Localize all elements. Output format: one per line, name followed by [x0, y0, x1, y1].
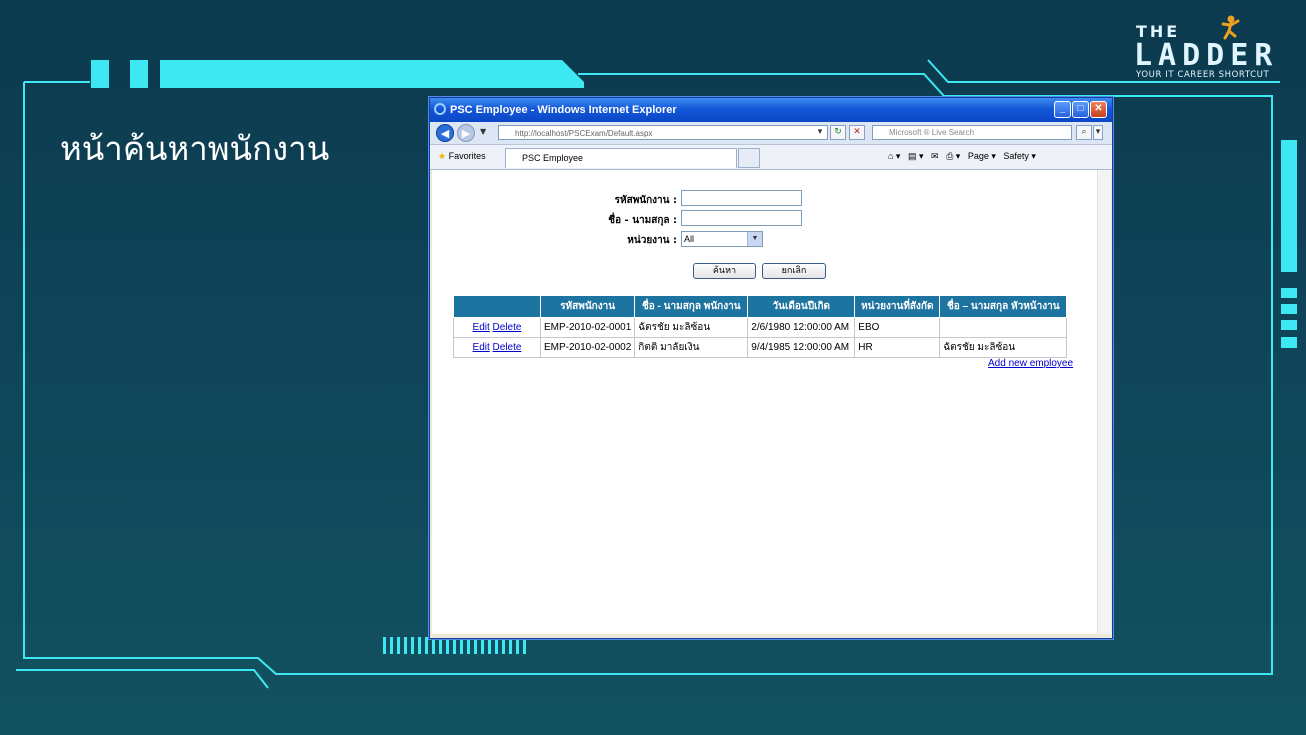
search-icon[interactable]: ⌕	[1076, 125, 1092, 140]
department-select[interactable]: All ▼	[681, 231, 763, 247]
browser-window: PSC Employee - Windows Internet Explorer…	[429, 97, 1113, 639]
ie-logo-icon	[434, 103, 446, 115]
cell-manager-name	[939, 317, 1068, 338]
logo-tagline: YOUR IT CAREER SHORTCUT	[1136, 70, 1270, 80]
back-arrow-icon[interactable]: ◀	[436, 124, 454, 142]
row-actions: Edit Delete	[453, 317, 541, 338]
print-icon[interactable]: ⎙ ▾	[946, 151, 960, 161]
row-actions: Edit Delete	[453, 337, 541, 358]
window-titlebar: PSC Employee - Windows Internet Explorer…	[430, 98, 1112, 122]
side-bar-segment	[1281, 304, 1297, 314]
navigation-bar: ◀ ▶ ▼ http://localhost/PSCExam/Default.a…	[430, 122, 1112, 145]
side-bar-long	[1281, 140, 1297, 272]
home-icon[interactable]: ⌂ ▾	[888, 151, 900, 161]
minimize-button[interactable]: _	[1054, 101, 1071, 118]
stop-icon[interactable]: ✕	[849, 125, 865, 140]
slide-title: หน้าค้นหาพนักงาน	[60, 129, 330, 168]
department-label: หน่วยงาน :	[627, 235, 677, 246]
cell-birthdate: 9/4/1985 12:00:00 AM	[747, 337, 856, 358]
favorites-label: Favorites	[448, 151, 486, 161]
address-bar[interactable]: http://localhost/PSCExam/Default.aspx	[498, 125, 828, 140]
name-input[interactable]	[681, 210, 802, 226]
the-ladder-logo: THE LADDER YOUR IT CAREER SHORTCUT	[1134, 14, 1284, 84]
star-icon: ★	[438, 151, 447, 161]
page-menu[interactable]: Page ▾	[968, 151, 996, 161]
department-selected-value: All	[684, 234, 695, 244]
cell-birthdate: 2/6/1980 12:00:00 AM	[747, 317, 856, 338]
cell-employee-name: กิตติ มาลัยเงิน	[634, 337, 749, 358]
favorites-button[interactable]: ★ Favorites	[438, 151, 486, 162]
search-options-icon[interactable]: ▾	[1093, 125, 1103, 140]
history-dropdown-icon[interactable]: ▼	[480, 127, 486, 136]
vertical-scrollbar[interactable]	[1097, 170, 1111, 634]
window-title: PSC Employee - Windows Internet Explorer	[450, 104, 677, 116]
cell-department: HR	[854, 337, 941, 358]
header-employee-name: ชื่อ - นามสกุล พนักงาน	[634, 295, 749, 318]
cell-employee-name: ฉัตรชัย มะลิซ้อน	[634, 317, 749, 338]
edit-link[interactable]: Edit	[473, 342, 490, 353]
safety-menu[interactable]: Safety ▾	[1003, 151, 1036, 161]
employee-id-label: รหัสพนักงาน :	[614, 195, 677, 206]
edit-link[interactable]: Edit	[473, 322, 490, 333]
table-row: Edit Delete EMP-2010-02-0001 ฉัตรชัย มะล…	[453, 317, 1068, 338]
page-content: รหัสพนักงาน : ชื่อ - นามสกุล : หน่วยงาน …	[432, 170, 1097, 634]
search-button[interactable]: ค้นหา	[693, 263, 756, 279]
chevron-down-icon: ▼	[747, 232, 762, 246]
header-birthdate: วันเดือนปีเกิด	[747, 295, 856, 318]
tab-psc-employee[interactable]: PSC Employee	[505, 148, 737, 168]
delete-link[interactable]: Delete	[493, 342, 522, 353]
tab-label: PSC Employee	[522, 153, 584, 163]
side-bar-segment	[1281, 320, 1297, 330]
table-row: Edit Delete EMP-2010-02-0002 กิตติ มาลัย…	[453, 337, 1068, 358]
header-actions	[453, 295, 541, 318]
live-search-input[interactable]: Microsoft ® Live Search	[872, 125, 1072, 140]
name-label: ชื่อ - นามสกุล :	[608, 215, 677, 226]
employee-table: รหัสพนักงาน ชื่อ - นามสกุล พนักงาน วันเด…	[453, 295, 1068, 358]
cell-employee-id: EMP-2010-02-0001	[539, 317, 636, 338]
command-bar: ⌂ ▾ ▤ ▾ ✉ ⎙ ▾ Page ▾ Safety ▾	[888, 151, 1036, 162]
mail-icon[interactable]: ✉	[931, 151, 939, 161]
feeds-icon[interactable]: ▤ ▾	[908, 151, 924, 161]
close-button[interactable]: ✕	[1090, 101, 1107, 118]
logo-ladder-text: LADDER	[1134, 38, 1279, 73]
favorites-bar: ★ Favorites PSC Employee ⌂ ▾ ▤ ▾ ✉ ⎙ ▾ P…	[430, 145, 1112, 170]
add-new-employee-link[interactable]: Add new employee	[988, 358, 1073, 369]
header-employee-id: รหัสพนักงาน	[539, 295, 636, 318]
table-header-row: รหัสพนักงาน ชื่อ - นามสกุล พนักงาน วันเด…	[453, 295, 1068, 318]
side-bar-segment	[1281, 337, 1297, 348]
refresh-icon[interactable]: ↻	[830, 125, 846, 140]
cell-manager-name: ฉัตรชัย มะลิซ้อน	[939, 337, 1068, 358]
cell-department: EBO	[854, 317, 941, 338]
forward-arrow-icon[interactable]: ▶	[457, 124, 475, 142]
header-manager-name: ชื่อ – นามสกุล หัวหน้างาน	[939, 295, 1068, 318]
delete-link[interactable]: Delete	[493, 322, 522, 333]
cancel-button[interactable]: ยกเลิก	[762, 263, 826, 279]
climber-icon	[1221, 15, 1240, 40]
cell-employee-id: EMP-2010-02-0002	[539, 337, 636, 358]
header-department: หน่วยงานที่สังกัด	[854, 295, 941, 318]
side-bar-segment	[1281, 288, 1297, 298]
employee-id-input[interactable]	[681, 190, 802, 206]
maximize-button[interactable]: □	[1072, 101, 1089, 118]
new-tab-button[interactable]	[738, 148, 760, 168]
address-dropdown-icon[interactable]: ▾	[814, 126, 826, 139]
